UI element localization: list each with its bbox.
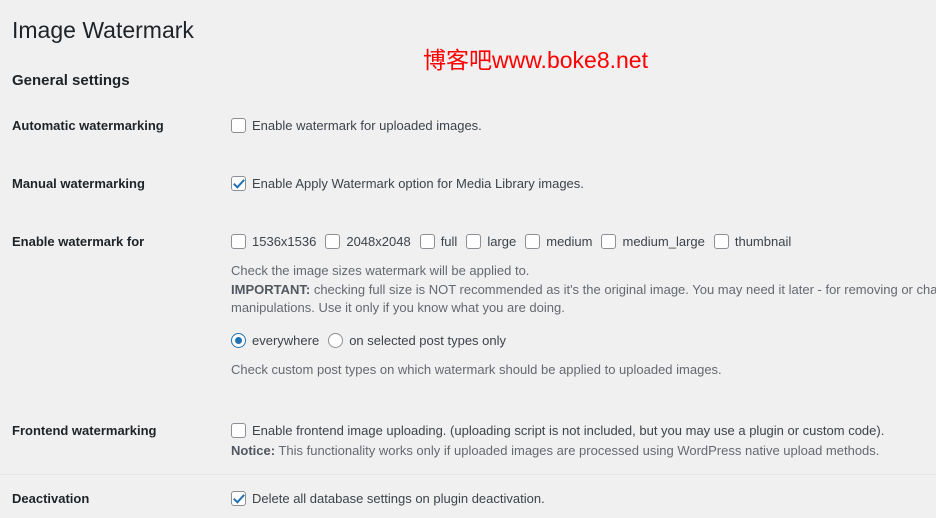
size-option-medium[interactable]: medium [525,233,592,250]
size-option-2048x2048[interactable]: 2048x2048 [325,233,411,250]
scope-radio-everywhere[interactable] [231,332,246,348]
row-field-frontend-watermarking: Enable frontend image uploading. (upload… [231,422,936,461]
frontend-watermarking-checkbox[interactable] [231,423,246,438]
size-checkbox-1536x1536[interactable] [231,234,246,249]
size-checkbox-medium[interactable] [525,234,541,249]
scope-option-selected-post-types[interactable]: on selected post types only [328,332,506,349]
size-checkbox-thumbnail[interactable] [713,234,729,249]
row-label-frontend-watermarking: Frontend watermarking [12,423,157,438]
automatic-watermarking-checkbox[interactable] [231,118,246,133]
enable-watermark-desc-line-2: IMPORTANT: checking full size is NOT rec… [231,281,936,300]
row-label-enable-watermark-for: Enable watermark for [12,234,145,249]
size-label-medium: medium [546,234,593,249]
size-option-thumbnail[interactable]: thumbnail [713,233,792,250]
size-checkbox-full[interactable] [419,234,435,249]
important-label: IMPORTANT: [231,281,311,297]
size-label-medium-large: medium_large [622,234,705,249]
enable-watermark-desc-line-1: Check the image sizes watermark will be … [231,263,530,278]
manual-watermarking-option[interactable]: Enable Apply Watermark option for Media … [231,175,936,192]
row-field-automatic-watermarking: Enable watermark for uploaded images. [231,117,936,134]
frontend-watermarking-option[interactable]: Enable frontend image uploading. (upload… [231,422,936,439]
watermark-scope-description: Check custom post types on which waterma… [231,361,722,377]
enable-watermark-description: Check the image sizes watermark will be … [231,262,936,318]
frontend-watermarking-checkbox-label: Enable frontend image uploading. (upload… [252,423,885,438]
size-label-large: large [487,234,517,249]
size-option-full[interactable]: full [419,233,458,250]
size-label-1536x1536: 1536x1536 [252,234,317,249]
manual-watermarking-checkbox[interactable] [231,176,246,191]
size-label-full: full [440,234,458,249]
row-label-deactivation: Deactivation [12,491,90,506]
settings-page: Image Watermark 博客吧www.boke8.net General… [0,0,936,518]
deactivation-option[interactable]: Delete all database settings on plugin d… [231,490,936,507]
scope-label-everywhere: everywhere [252,332,320,348]
size-checkbox-2048x2048[interactable] [325,234,341,249]
row-field-enable-watermark-for: 1536x1536 2048x2048 full large medium me… [231,233,936,379]
size-checkbox-medium-large[interactable] [601,234,617,249]
site-watermark-overlay: 博客吧www.boke8.net [423,47,648,73]
deactivation-checkbox[interactable] [231,491,246,506]
size-option-1536x1536[interactable]: 1536x1536 [231,233,316,250]
manual-watermarking-checkbox-label: Enable Apply Watermark option for Media … [252,176,584,191]
notice-label: Notice: [231,443,276,458]
automatic-watermarking-option[interactable]: Enable watermark for uploaded images. [231,117,936,134]
deactivation-checkbox-label: Delete all database settings on plugin d… [252,491,545,506]
scope-label-selected-post-types: on selected post types only [349,332,507,348]
page-title: Image Watermark [12,17,194,44]
size-checkbox-large[interactable] [466,234,482,249]
automatic-watermarking-checkbox-label: Enable watermark for uploaded images. [252,118,482,133]
scope-radio-selected-post-types[interactable] [328,332,344,348]
enable-watermark-desc-line-3: manipulations. Use it only if you know w… [231,300,565,315]
section-heading-general-settings: General settings [12,72,130,90]
row-field-manual-watermarking: Enable Apply Watermark option for Media … [231,175,936,192]
watermark-scope-radio-group: everywhere on selected post types only [231,332,936,349]
notice-text: This functionality works only if uploade… [275,443,880,458]
important-text: checking full size is NOT recommended as… [313,281,936,297]
row-label-automatic-watermarking: Automatic watermarking [12,118,164,133]
size-option-large[interactable]: large [466,233,516,250]
scope-option-everywhere[interactable]: everywhere [231,332,319,349]
frontend-watermarking-notice: Notice: This functionality works only if… [231,442,936,461]
size-label-thumbnail: thumbnail [734,234,792,249]
row-separator [0,474,936,475]
image-size-checkbox-group: 1536x1536 2048x2048 full large medium me… [231,233,936,250]
size-option-medium-large[interactable]: medium_large [601,233,705,250]
row-field-deactivation: Delete all database settings on plugin d… [231,490,936,507]
size-label-2048x2048: 2048x2048 [346,234,411,249]
row-label-manual-watermarking: Manual watermarking [12,176,145,191]
